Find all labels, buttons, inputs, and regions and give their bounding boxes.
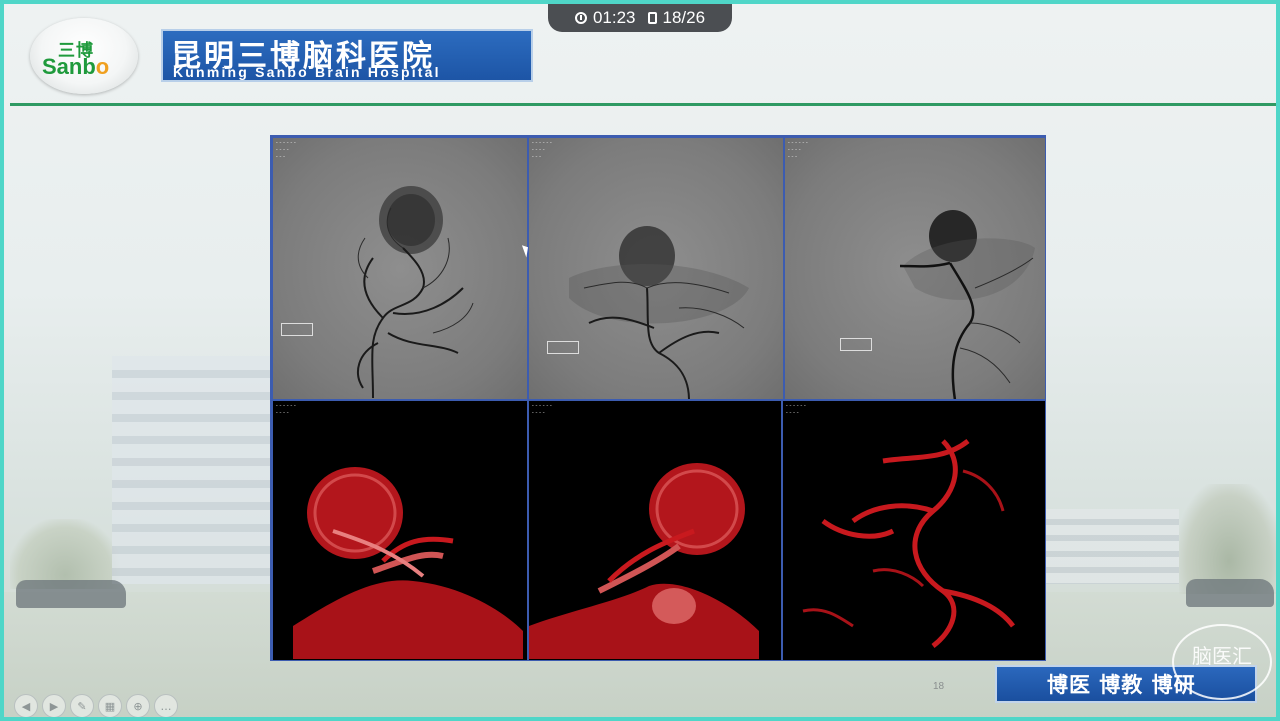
- hospital-name-english: Kunming Sanbo Brain Hospital: [173, 64, 441, 80]
- background-trees-right: [1179, 484, 1276, 594]
- more-options-button[interactable]: …: [154, 694, 178, 717]
- dsa-vessels-2: [569, 226, 749, 399]
- pen-tool-button[interactable]: ✎: [70, 694, 94, 717]
- vr-vessels-1: [293, 467, 523, 659]
- hospital-title-banner: 昆明三博脑科医院 Kunming Sanbo Brain Hospital: [161, 29, 533, 82]
- vr-3d-image-1: ------ ----: [272, 400, 528, 661]
- vr-3-overlay-text: ------ ----: [785, 402, 807, 416]
- background-car-right: [1186, 579, 1274, 607]
- dsa-image-2: ------ ---- ---: [528, 137, 784, 400]
- dsa-2-overlay-text: ------ ---- ---: [531, 139, 553, 160]
- slide-frame: 三博 Sanbo 昆明三博脑科医院 Kunming Sanbo Brain Ho…: [0, 0, 1280, 721]
- prev-slide-button[interactable]: ◀: [14, 694, 38, 717]
- header-divider: [10, 103, 1276, 106]
- dsa-1-orientation-marker: [281, 323, 313, 336]
- vr-3d-image-3: ------ ----: [782, 400, 1046, 661]
- slide-page-number: 18: [933, 681, 945, 692]
- background-building-right: [1044, 509, 1179, 584]
- dsa-image-3: ------ ---- ---: [784, 137, 1046, 400]
- slide-overview-button[interactable]: ▦: [98, 694, 122, 717]
- dsa-image-1: ------ ---- ---: [272, 137, 528, 400]
- dsa-2-orientation-marker: [547, 341, 579, 354]
- presentation-nav-controls: ◀ ▶ ✎ ▦ ⊕ …: [14, 694, 178, 717]
- next-slide-button[interactable]: ▶: [42, 694, 66, 717]
- vr-1-overlay-text: ------ ----: [275, 402, 297, 416]
- dsa-3-overlay-text: ------ ---- ---: [787, 139, 809, 160]
- elapsed-time: 01:23: [592, 8, 636, 27]
- slide-icon: [647, 12, 657, 24]
- dsa-1-overlay-text: ------ ---- ---: [275, 139, 297, 160]
- vr-vessels-2: [529, 463, 759, 659]
- zoom-button[interactable]: ⊕: [126, 694, 150, 717]
- slide-counter: 18/26: [662, 8, 706, 27]
- background-trees-left: [10, 519, 120, 589]
- dsa-3-orientation-marker: [840, 338, 872, 351]
- watermark-badge: 脑医汇: [1172, 624, 1272, 700]
- vr-2-overlay-text: ------ ----: [531, 402, 553, 416]
- background-building: [112, 356, 272, 584]
- vr-vessels-3: [802, 439, 1015, 648]
- hospital-logo: 三博 Sanbo: [30, 18, 138, 94]
- vr-3d-image-2: ------ ----: [528, 400, 782, 661]
- watermark-text: 脑医汇: [1192, 644, 1252, 668]
- dsa-vessels-3: [899, 210, 1035, 399]
- background-car-left: [16, 580, 126, 608]
- logo-english: Sanbo: [42, 54, 110, 79]
- dsa-vessels-1: [357, 186, 474, 399]
- angiography-image-panel: ------ ---- --- ------ ---- --- ------ -…: [270, 135, 1046, 661]
- presentation-timer-bar[interactable]: 01:23 18/26: [548, 4, 732, 32]
- clock-icon: [574, 12, 587, 24]
